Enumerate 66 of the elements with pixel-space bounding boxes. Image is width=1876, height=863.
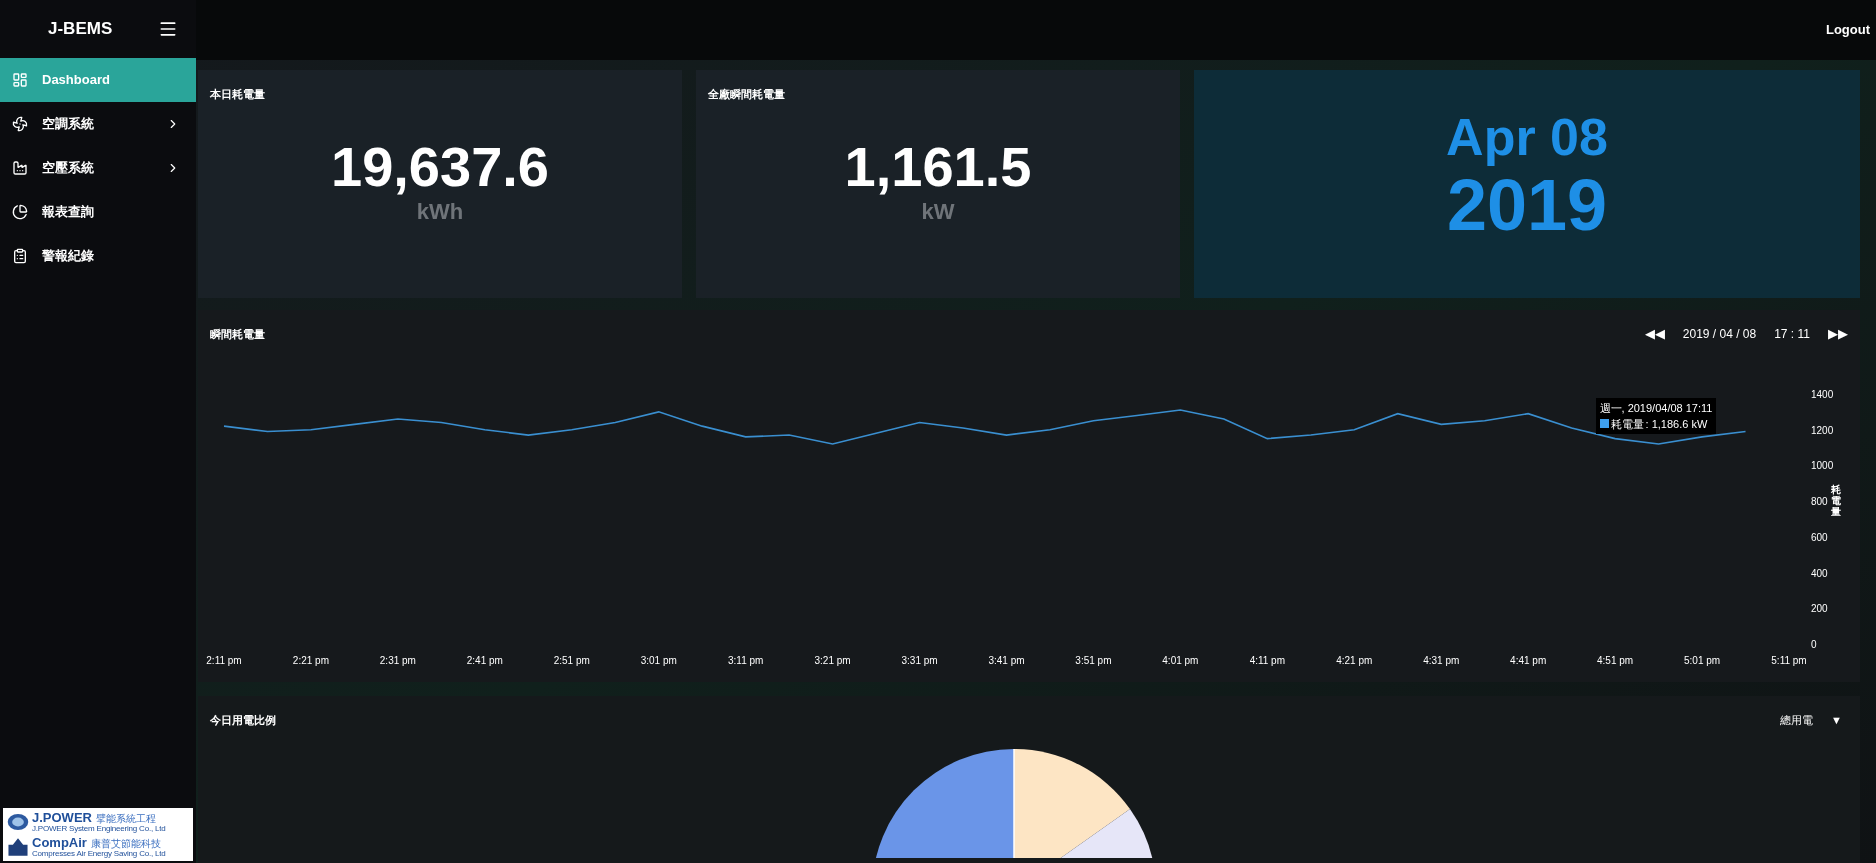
card-title: 瞬間耗電量 xyxy=(210,326,265,342)
menu-icon[interactable] xyxy=(158,19,178,39)
chart-time: 17 : 11 xyxy=(1774,326,1810,343)
y-axis-label: 400 xyxy=(1811,567,1828,579)
y-axis-label: 800 xyxy=(1811,496,1828,508)
x-axis-label: 4:31 pm xyxy=(1423,655,1460,666)
card-title: 本日耗電量 xyxy=(210,87,266,102)
stat-unit: kWh xyxy=(415,197,465,226)
stat-value: 1,161.5 xyxy=(843,138,1033,195)
logo-local-name: 擘能系統工程 xyxy=(95,814,156,824)
x-axis-label: 4:01 pm xyxy=(1162,655,1199,666)
y-axis-label: 0 xyxy=(1811,639,1817,650)
y-axis-title: 耗電量 xyxy=(1831,484,1841,517)
sidebar-item[interactable]: 警報紀錄 xyxy=(0,234,196,278)
stat-value: 19,637.6 xyxy=(330,138,550,195)
stat-unit: kW xyxy=(920,197,956,226)
x-axis-label: 2:31 pm xyxy=(379,655,416,666)
x-axis-label: 3:51 pm xyxy=(1075,655,1112,666)
clipboard-icon xyxy=(12,248,28,264)
logo-subtitle: J.POWER System Engineering Co., Ltd xyxy=(32,825,166,833)
brand-title: J-BEMS xyxy=(48,18,113,41)
x-axis-label: 2:11 pm xyxy=(206,655,242,666)
y-axis-label: 1200 xyxy=(1811,424,1834,436)
logout-link[interactable]: Logout xyxy=(1825,20,1870,40)
pie-chart-icon xyxy=(12,204,28,220)
y-axis-label: 200 xyxy=(1811,603,1828,615)
y-axis-label: 1000 xyxy=(1811,460,1834,472)
logo-name: CompAir xyxy=(32,836,87,849)
filter-dropdown[interactable]: 總用電 xyxy=(1780,711,1814,729)
x-axis-label: 4:41 pm xyxy=(1510,655,1547,666)
sidebar-item[interactable]: 報表查詢 xyxy=(0,190,196,234)
factory-icon xyxy=(12,160,28,176)
sidebar-item[interactable]: 空調系統 xyxy=(0,102,196,146)
logo-subtitle: Compresses Air Energy Saving Co., Ltd xyxy=(32,850,166,858)
dashboard-icon xyxy=(12,72,28,88)
x-axis-label: 3:41 pm xyxy=(988,655,1025,666)
logo-icon xyxy=(7,812,29,832)
x-axis-label: 3:31 pm xyxy=(901,655,938,666)
card-title: 今日用電比例 xyxy=(210,712,276,728)
date-year: 2019 xyxy=(1446,169,1608,241)
x-axis-label: 3:21 pm xyxy=(814,655,851,666)
x-axis-label: 4:11 pm xyxy=(1249,655,1286,666)
y-axis-label: 600 xyxy=(1811,531,1828,543)
x-axis-label: 5:01 pm xyxy=(1684,655,1721,666)
series-name: 耗電量 xyxy=(1610,416,1644,432)
sidebar-item[interactable]: 空壓系統 xyxy=(0,146,196,190)
dropdown-caret[interactable]: ▼ xyxy=(1831,711,1842,729)
chart-date: 2019 / 04 / 08 xyxy=(1682,326,1757,343)
x-axis-label: 3:01 pm xyxy=(640,655,677,666)
tooltip-value: : 1,186.6 kW xyxy=(1645,416,1708,432)
card-title: 全廠瞬間耗電量 xyxy=(708,87,786,102)
fan-icon xyxy=(12,116,28,132)
logo-name: J.POWER xyxy=(32,811,92,824)
x-axis-label: 2:21 pm xyxy=(292,655,329,666)
tooltip-title: 週一, 2019/04/08 17:11 xyxy=(1599,400,1713,416)
previous-button[interactable]: ◀◀ xyxy=(1644,324,1665,344)
x-axis-label: 5:11 pm xyxy=(1771,655,1807,666)
x-axis-label: 2:51 pm xyxy=(553,655,590,666)
logo-icon xyxy=(7,837,29,857)
x-axis-label: 4:51 pm xyxy=(1597,655,1634,666)
x-axis-label: 4:21 pm xyxy=(1336,655,1373,666)
y-axis-label: 1400 xyxy=(1811,389,1834,400)
next-button[interactable]: ▶▶ xyxy=(1828,324,1848,344)
x-axis-label: 2:41 pm xyxy=(466,655,503,666)
x-axis-label: 3:11 pm xyxy=(727,655,764,666)
logo-local-name: 康普艾節能科技 xyxy=(90,839,161,849)
